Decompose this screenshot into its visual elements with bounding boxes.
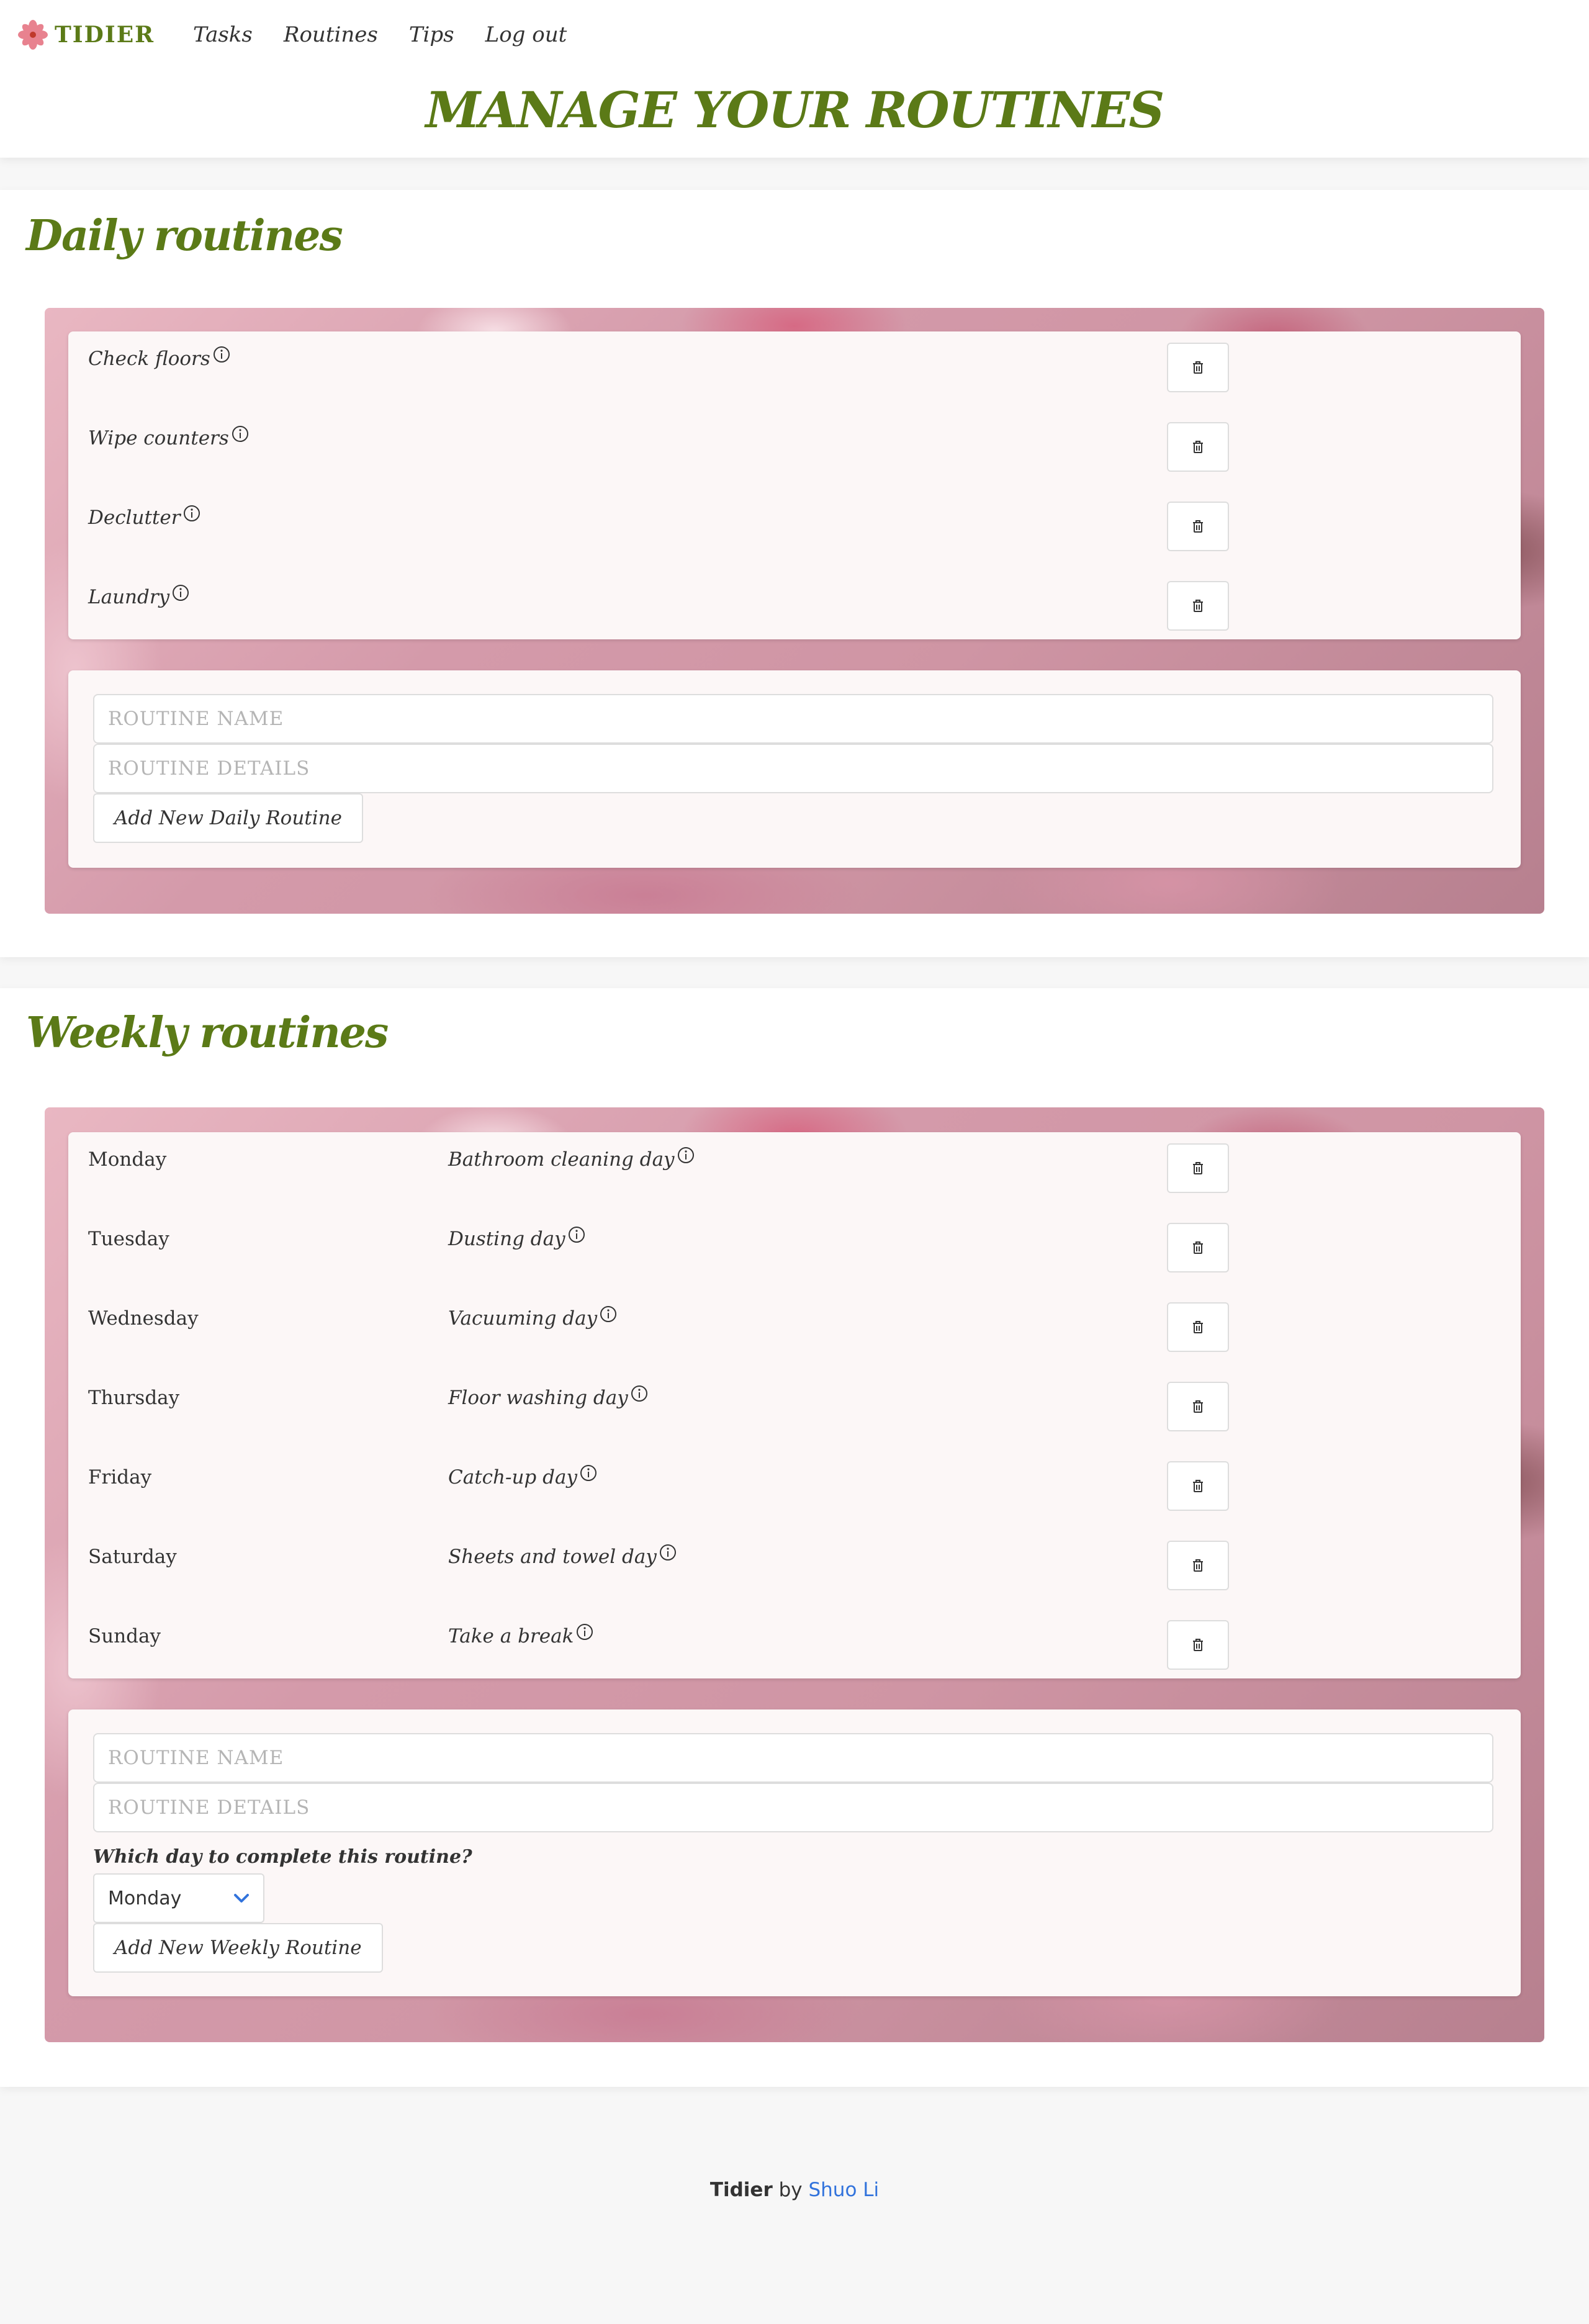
- info-circle-icon[interactable]: [630, 1384, 649, 1403]
- daily-background-photo: Check floors Wipe counters Declutter Lau…: [45, 308, 1544, 914]
- info-circle-icon[interactable]: [182, 504, 201, 523]
- delete-button[interactable]: [1167, 1302, 1229, 1352]
- nav-tips[interactable]: Tips: [409, 22, 454, 47]
- list-item: Declutter: [68, 490, 1521, 570]
- add-weekly-routine-form: Which day to complete this routine? Mond…: [68, 1709, 1521, 1996]
- list-item: Saturday Sheets and towel day: [68, 1529, 1521, 1609]
- routine-name: Vacuuming day: [448, 1307, 598, 1330]
- nav-routines[interactable]: Routines: [284, 22, 378, 47]
- brand-logo[interactable]: TIDIER: [17, 19, 155, 50]
- routine-name: Catch-up day: [448, 1466, 577, 1489]
- info-circle-icon[interactable]: [231, 425, 250, 443]
- routine-name: Dusting day: [448, 1228, 565, 1250]
- delete-button[interactable]: [1167, 502, 1229, 551]
- footer: Tidier by Shuo Li: [0, 2179, 1589, 2201]
- routine-details-input[interactable]: [93, 1783, 1493, 1832]
- page-title: Manage your routines: [425, 81, 1165, 139]
- daily-routine-list: Check floors Wipe counters Declutter Lau…: [68, 331, 1521, 639]
- weekly-routines-section: Weekly routines Monday Bathroom cleaning…: [0, 988, 1589, 2087]
- delete-button[interactable]: [1167, 1223, 1229, 1272]
- weekly-section-title: Weekly routines: [26, 1008, 389, 1058]
- add-daily-routine-button[interactable]: Add New Daily Routine: [93, 793, 363, 843]
- routine-name: Declutter: [88, 507, 181, 529]
- trash-icon: [1193, 1400, 1203, 1413]
- delete-button[interactable]: [1167, 1382, 1229, 1431]
- list-item: Sunday Take a break: [68, 1609, 1521, 1688]
- weekly-routine-list: Monday Bathroom cleaning day Tuesday Dus…: [68, 1132, 1521, 1678]
- trash-icon: [1193, 1241, 1203, 1254]
- info-circle-icon[interactable]: [579, 1464, 598, 1482]
- trash-icon: [1193, 600, 1203, 612]
- routine-day: Wednesday: [88, 1307, 199, 1330]
- list-item: Laundry: [68, 570, 1521, 649]
- routine-details-input[interactable]: [93, 744, 1493, 793]
- day-question-label: Which day to complete this routine?: [93, 1846, 472, 1868]
- footer-by: by: [778, 2179, 803, 2201]
- trash-icon: [1193, 441, 1203, 453]
- list-item: Friday Catch-up day: [68, 1450, 1521, 1529]
- routine-name: Take a break: [448, 1625, 574, 1647]
- trash-icon: [1193, 1480, 1203, 1492]
- daily-routines-section: Daily routines Check floors Wipe counter…: [0, 190, 1589, 957]
- info-circle-icon[interactable]: [575, 1623, 594, 1641]
- nav-tasks[interactable]: Tasks: [193, 22, 253, 47]
- info-circle-icon[interactable]: [659, 1543, 677, 1562]
- list-item: Check floors: [68, 331, 1521, 411]
- add-weekly-routine-button[interactable]: Add New Weekly Routine: [93, 1923, 383, 1973]
- nav-logout[interactable]: Log out: [485, 22, 567, 47]
- trash-icon: [1193, 520, 1203, 533]
- day-select[interactable]: Monday: [93, 1873, 264, 1923]
- routine-day: Tuesday: [88, 1228, 169, 1250]
- top-header: TIDIER Tasks Routines Tips Log out Manag…: [0, 0, 1589, 158]
- weekly-background-photo: Monday Bathroom cleaning day Tuesday Dus…: [45, 1107, 1544, 2042]
- delete-button[interactable]: [1167, 1620, 1229, 1670]
- chevron-down-icon: [234, 1894, 249, 1903]
- delete-button[interactable]: [1167, 1541, 1229, 1590]
- list-item: Tuesday Dusting day: [68, 1212, 1521, 1291]
- delete-button[interactable]: [1167, 343, 1229, 392]
- day-select-value: Monday: [108, 1887, 182, 1909]
- routine-day: Thursday: [88, 1387, 180, 1409]
- info-circle-icon[interactable]: [599, 1305, 618, 1323]
- list-item: Wipe counters: [68, 411, 1521, 490]
- info-circle-icon[interactable]: [567, 1225, 586, 1244]
- flower-icon: [18, 20, 48, 50]
- info-circle-icon[interactable]: [677, 1146, 695, 1164]
- delete-button[interactable]: [1167, 422, 1229, 472]
- routine-day: Monday: [88, 1148, 167, 1171]
- trash-icon: [1193, 1321, 1203, 1333]
- add-daily-routine-form: Add New Daily Routine: [68, 670, 1521, 868]
- delete-button[interactable]: [1167, 1461, 1229, 1511]
- navbar: TIDIER Tasks Routines Tips Log out: [17, 17, 598, 52]
- info-circle-icon[interactable]: [171, 583, 190, 602]
- trash-icon: [1193, 1162, 1203, 1174]
- routine-name: Check floors: [88, 348, 210, 370]
- delete-button[interactable]: [1167, 1143, 1229, 1193]
- trash-icon: [1193, 361, 1203, 374]
- list-item: Thursday Floor washing day: [68, 1371, 1521, 1450]
- trash-icon: [1193, 1639, 1203, 1651]
- trash-icon: [1193, 1559, 1203, 1572]
- list-item: Wednesday Vacuuming day: [68, 1291, 1521, 1371]
- routine-name: Bathroom cleaning day: [448, 1148, 675, 1171]
- routine-name: Laundry: [88, 586, 170, 608]
- routine-name: Sheets and towel day: [448, 1546, 657, 1568]
- info-circle-icon[interactable]: [212, 345, 231, 364]
- routine-day: Sunday: [88, 1625, 161, 1647]
- routine-name-input[interactable]: [93, 694, 1493, 744]
- routine-day: Friday: [88, 1466, 152, 1489]
- brand-name: TIDIER: [55, 22, 155, 48]
- routine-name: Floor washing day: [448, 1387, 628, 1409]
- footer-brand: Tidier: [709, 2179, 773, 2201]
- author-link[interactable]: Shuo Li: [808, 2179, 879, 2201]
- daily-section-title: Daily routines: [26, 211, 343, 261]
- delete-button[interactable]: [1167, 581, 1229, 631]
- routine-day: Saturday: [88, 1546, 177, 1568]
- routine-name-input[interactable]: [93, 1733, 1493, 1783]
- routine-name: Wipe counters: [88, 427, 229, 449]
- list-item: Monday Bathroom cleaning day: [68, 1132, 1521, 1212]
